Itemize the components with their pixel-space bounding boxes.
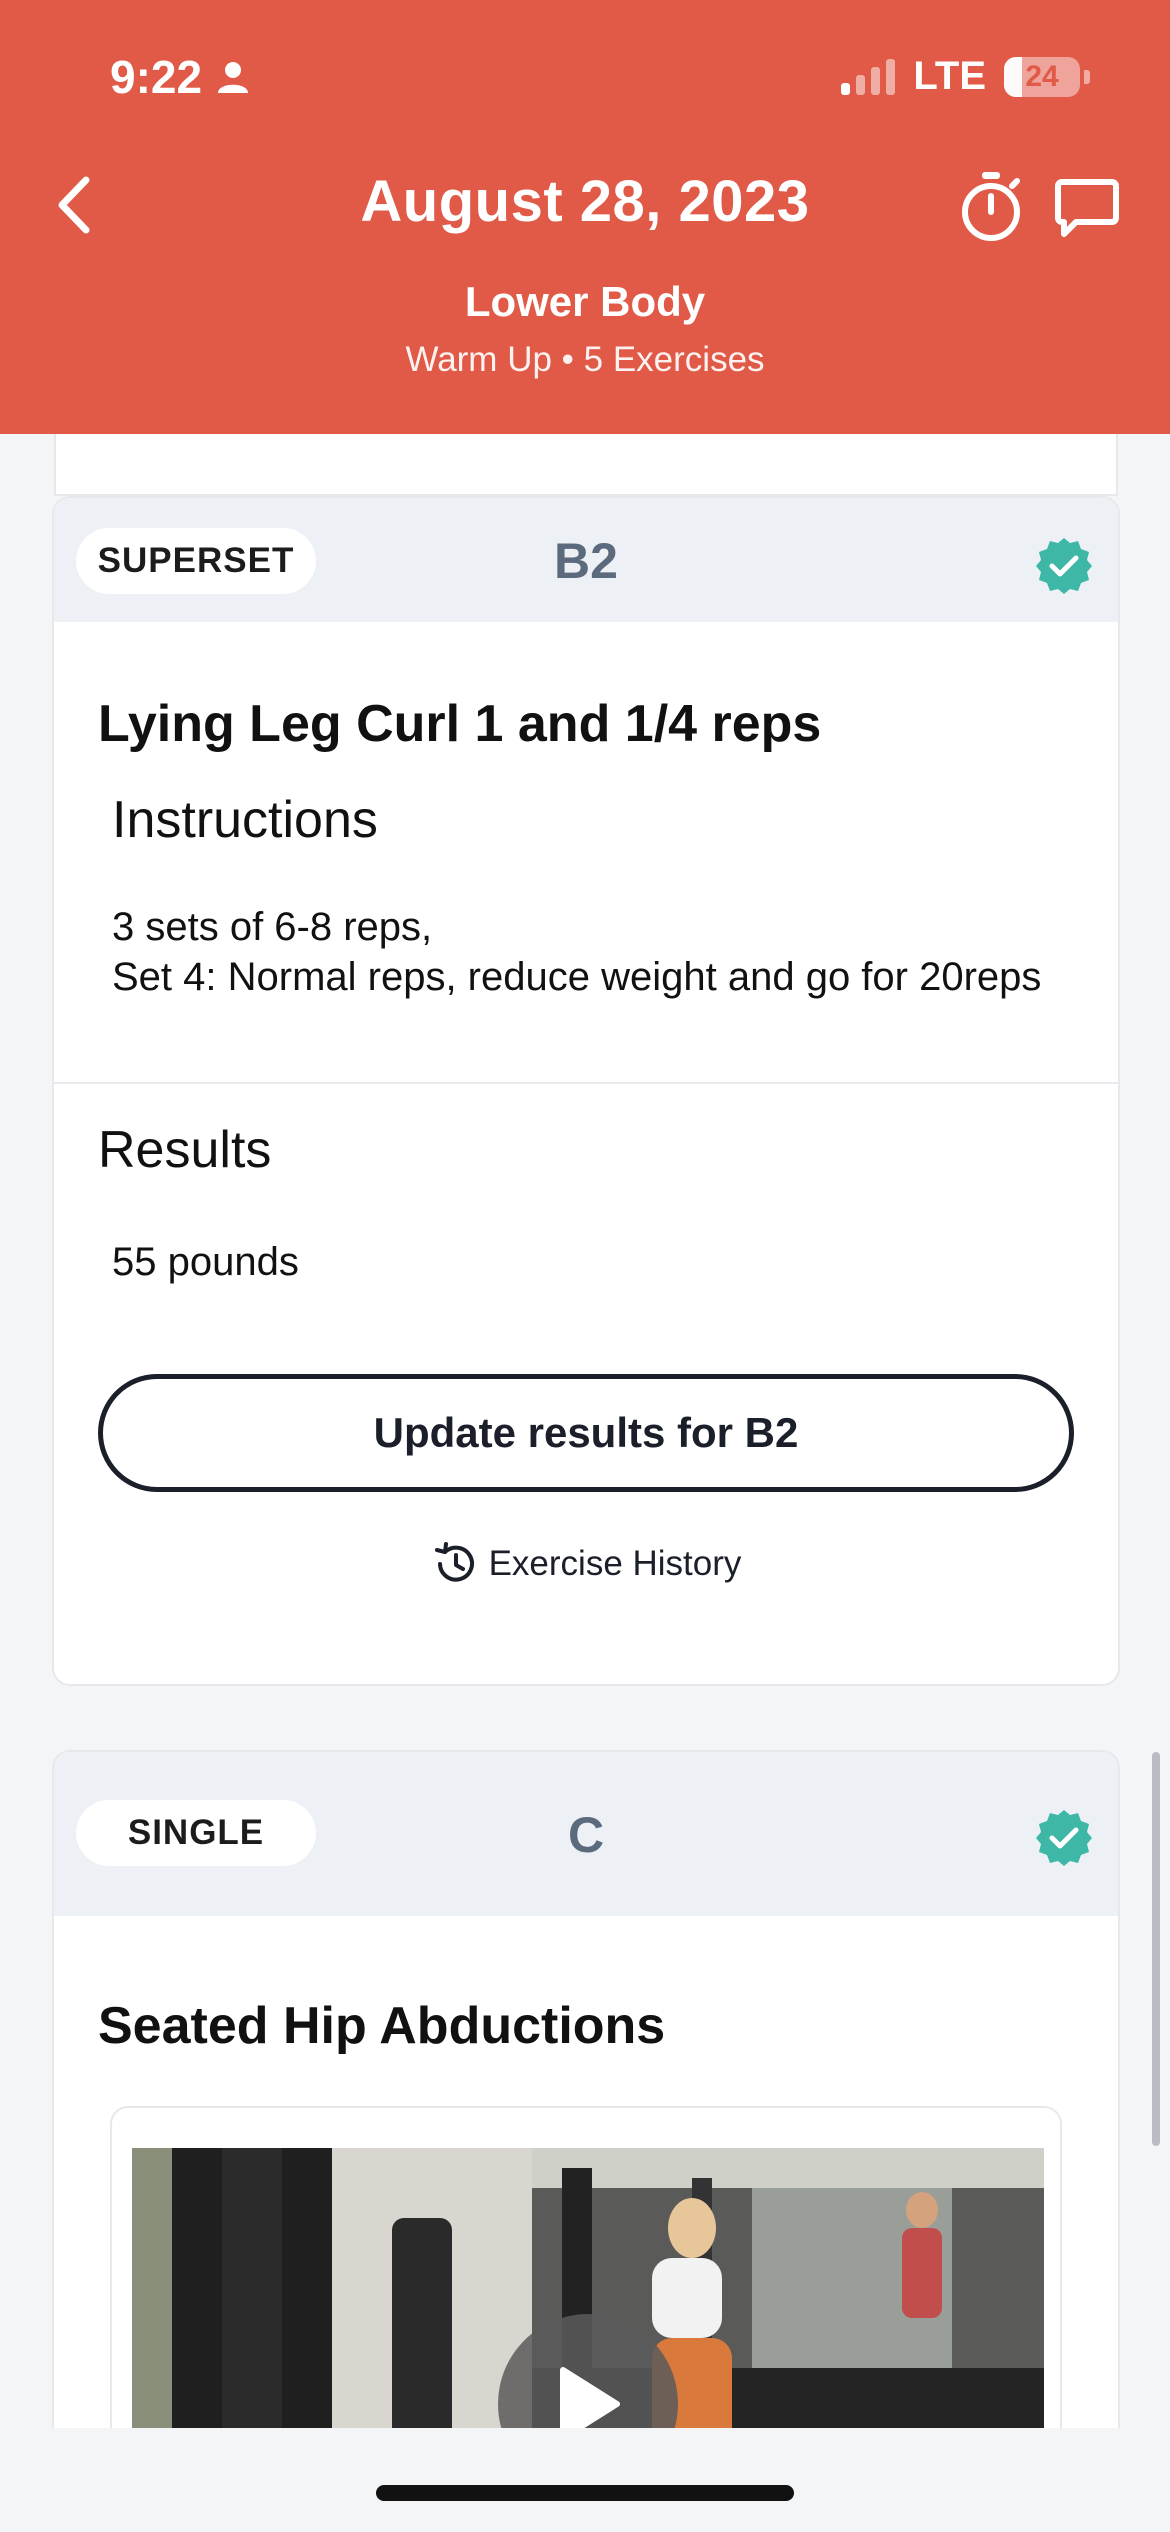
exercise-title: Lying Leg Curl 1 and 1/4 reps	[98, 695, 822, 753]
screen: 9:22 LTE 24 August 28, 2023 Lower Body W…	[0, 0, 1170, 2532]
stopwatch-icon[interactable]	[958, 170, 1024, 242]
previous-card-tail	[54, 434, 1118, 496]
chat-bubble-icon[interactable]	[1054, 176, 1120, 240]
status-time: 9:22	[110, 50, 250, 104]
workout-meta: Warm Up • 5 Exercises	[405, 340, 765, 379]
network-label: LTE	[913, 54, 986, 98]
status-indicators: LTE 24	[841, 54, 1090, 99]
battery-icon: 24	[1004, 56, 1080, 97]
exercise-card-b2: SUPERSET B2 Lying Leg Curl 1 and 1/4 rep…	[52, 496, 1120, 1686]
exercise-history-label: Exercise History	[488, 1544, 742, 1583]
exercise-title: Seated Hip Abductions	[98, 1997, 666, 2055]
instructions-text: 3 sets of 6-8 reps, Set 4: Normal reps, …	[112, 905, 1042, 999]
result-value: 55 pounds	[112, 1240, 299, 1284]
check-badge-icon	[1036, 538, 1092, 594]
history-icon	[434, 1542, 474, 1582]
exercise-group-label: C	[567, 1807, 605, 1863]
scrollbar[interactable]	[1152, 1752, 1160, 2146]
signal-icon	[841, 58, 896, 95]
results-heading: Results	[98, 1121, 272, 1179]
app-header: 9:22 LTE 24 August 28, 2023 Lower Body W…	[0, 0, 1170, 434]
bottom-safe-area	[0, 2428, 1170, 2532]
workout-name: Lower Body	[464, 278, 706, 325]
exercise-header-band: SUPERSET B2	[54, 498, 1118, 622]
person-icon	[218, 62, 249, 93]
check-badge-icon	[1036, 1810, 1092, 1866]
divider	[54, 1082, 1118, 1084]
exercise-card-c: SINGLE C Seated Hip Abductions	[52, 1750, 1120, 2532]
exercise-header-band: SINGLE C	[54, 1752, 1118, 1916]
exercise-group-label: B2	[554, 533, 618, 589]
home-indicator[interactable]	[376, 2485, 794, 2501]
battery-cap	[1084, 69, 1090, 84]
update-results-button[interactable]: Update results for B2	[98, 1374, 1074, 1492]
exercise-history-link[interactable]: Exercise History	[54, 1540, 1118, 1588]
instructions-heading: Instructions	[112, 791, 378, 849]
